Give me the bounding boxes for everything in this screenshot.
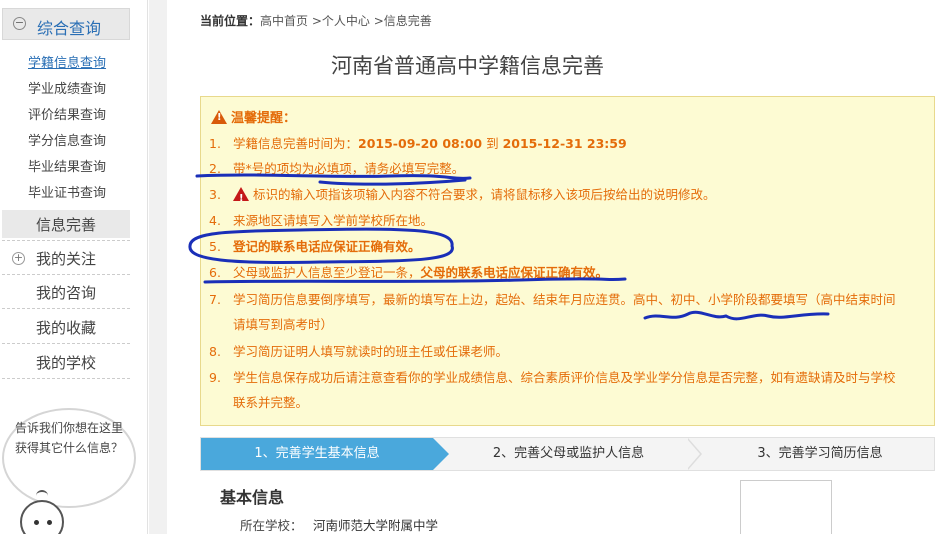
notice-item-2: 2. 带*号的项均为必填项，请务必填写完整。 — [209, 159, 464, 179]
feedback-bubble-text[interactable]: 告诉我们你想在这里获得其它什么信息？ — [14, 418, 124, 458]
notice-item-4: 4. 来源地区请填写入学前学校所在地。 — [209, 211, 433, 231]
notice-item-6: 6. 父母或监护人信息至少登记一条，父母的联系电话应保证正确有效。 — [209, 263, 608, 283]
item-number: 4. — [209, 213, 221, 228]
step-arrow — [687, 438, 702, 470]
notice-item-8: 8. 学习简历证明人填写就读时的班主任或任课老师。 — [209, 342, 508, 362]
item-text: 学生信息保存成功后请注意查看你的学业成绩信息、综合素质评价信息及学业学分信息是否… — [233, 370, 896, 385]
step-1-tab[interactable]: 1、完善学生基本信息 — [201, 438, 433, 470]
item-number: 8. — [209, 344, 221, 359]
sidebar-item-my-consult[interactable]: 我的咨询 — [2, 278, 130, 306]
sidebar-item-status-query[interactable]: 学籍信息查询 — [28, 52, 106, 71]
sidebar-item-certificate-query[interactable]: 毕业证书查询 — [28, 182, 106, 201]
item-text: 到 — [482, 136, 503, 151]
sidebar-section-label: 综合查询 — [37, 19, 102, 38]
section-title: 基本信息 — [220, 488, 285, 507]
step-bar: 1、完善学生基本信息 2、完善父母或监护人信息 3、完善学习简历信息 — [200, 437, 935, 471]
item-text: 标识的输入项指该项输入内容不符合要求，请将鼠标移入该项后按给出的说明修改。 — [253, 187, 716, 202]
sidebar-item-label: 我的关注 — [36, 250, 97, 268]
sidebar-item-label: 我的学校 — [36, 354, 97, 372]
item-number: 9. — [209, 370, 221, 385]
sidebar-item-info-complete[interactable]: 信息完善 — [2, 210, 130, 238]
divider — [2, 274, 130, 275]
notice-item-9-cont: 联系并完整。 — [233, 395, 309, 410]
sidebar-item-grade-query[interactable]: 学业成绩查询 — [28, 78, 106, 97]
item-number: 5. — [209, 239, 221, 254]
end-time: 2015-12-31 23:59 — [502, 136, 627, 151]
start-time: 2015-09-20 08:00 — [358, 136, 483, 151]
sidebar-item-graduation-query[interactable]: 毕业结果查询 — [28, 156, 106, 175]
notice-item-7: 7. 学习简历信息要倒序填写，最新的填写在上边，起始、结束年月应连贯。高中、初中、… — [209, 290, 896, 310]
sidebar-item-label: 我的收藏 — [36, 319, 97, 337]
divider — [2, 343, 130, 344]
breadcrumb: 当前位置：高中首页 >个人中心 >信息完善 — [200, 12, 432, 29]
step-2-tab[interactable]: 2、完善父母或监护人信息 — [451, 438, 686, 470]
item-text: 父母或监护人信息至少登记一条， — [233, 265, 421, 280]
item-number: 6. — [209, 265, 221, 280]
warning-icon — [211, 110, 227, 124]
left-sidebar: − 综合查询 学籍信息查询 学业成绩查询 评价结果查询 学分信息查询 毕业结果查… — [0, 0, 148, 534]
item-number: 3. — [209, 187, 221, 202]
step-3-tab[interactable]: 3、完善学习简历信息 — [706, 438, 934, 470]
notice-box: 温馨提醒： 1. 学籍信息完善时间为：2015-09-20 08:00 到 201… — [200, 96, 935, 426]
breadcrumb-path[interactable]: 高中首页 >个人中心 >信息完善 — [260, 14, 432, 28]
sidebar-item-my-school[interactable]: 我的学校 — [2, 348, 130, 376]
breadcrumb-label: 当前位置： — [200, 14, 261, 28]
scroll-gutter — [149, 0, 167, 534]
notice-heading-text: 温馨提醒： — [231, 111, 297, 126]
sidebar-section-query[interactable]: − 综合查询 — [2, 8, 130, 40]
divider — [2, 240, 130, 241]
sidebar-item-credit-query[interactable]: 学分信息查询 — [28, 130, 106, 149]
divider — [2, 378, 130, 379]
item-text: 学习简历证明人填写就读时的班主任或任课老师。 — [233, 344, 509, 359]
notice-item-7-cont: 请填写到高考时） — [233, 317, 334, 332]
error-icon — [233, 187, 249, 209]
page-title: 河南省普通高中学籍信息完善 — [331, 54, 604, 78]
item-number: 1. — [209, 136, 221, 151]
item-number: 2. — [209, 161, 221, 176]
notice-heading: 温馨提醒： — [211, 107, 296, 126]
school-value: 河南师范大学附属中学 — [313, 518, 439, 533]
sidebar-item-my-favorites[interactable]: 我的收藏 — [2, 313, 130, 341]
item-number: 7. — [209, 292, 221, 307]
item-text: 登记的联系电话应保证正确有效。 — [233, 239, 421, 254]
step-arrow — [433, 438, 449, 470]
item-text: 来源地区请填写入学前学校所在地。 — [233, 213, 434, 228]
divider — [2, 308, 130, 309]
school-label: 所在学校： — [240, 518, 303, 533]
sidebar-item-evaluation-query[interactable]: 评价结果查询 — [28, 104, 106, 123]
notice-item-5: 5. 登记的联系电话应保证正确有效。 — [209, 237, 421, 257]
collapse-icon[interactable]: − — [13, 17, 26, 30]
item-text-bold: 父母的联系电话应保证正确有效。 — [420, 265, 609, 280]
item-text: 学籍信息完善时间为： — [233, 136, 359, 151]
notice-item-3: 3. 标识的输入项指该项输入内容不符合要求，请将鼠标移入该项后按给出的说明修改。 — [209, 185, 716, 209]
item-text: 学习简历信息要倒序填写，最新的填写在上边，起始、结束年月应连贯。高中、初中、小学… — [233, 292, 896, 307]
sidebar-item-label: 信息完善 — [36, 216, 97, 234]
photo-upload-box[interactable] — [740, 480, 832, 534]
notice-item-1: 1. 学籍信息完善时间为：2015-09-20 08:00 到 2015-12-3… — [209, 134, 627, 154]
notice-item-9: 9. 学生信息保存成功后请注意查看你的学业成绩信息、综合素质评价信息及学业学分信息… — [209, 368, 896, 388]
sidebar-item-my-follow[interactable]: + 我的关注 — [2, 244, 130, 272]
mascot-eye — [47, 520, 52, 525]
sidebar-item-label: 我的咨询 — [36, 284, 97, 302]
expand-icon[interactable]: + — [12, 252, 25, 265]
mascot-eye — [34, 520, 39, 525]
item-text: 带*号的项均为必填项，请务必填写完整。 — [233, 161, 465, 176]
